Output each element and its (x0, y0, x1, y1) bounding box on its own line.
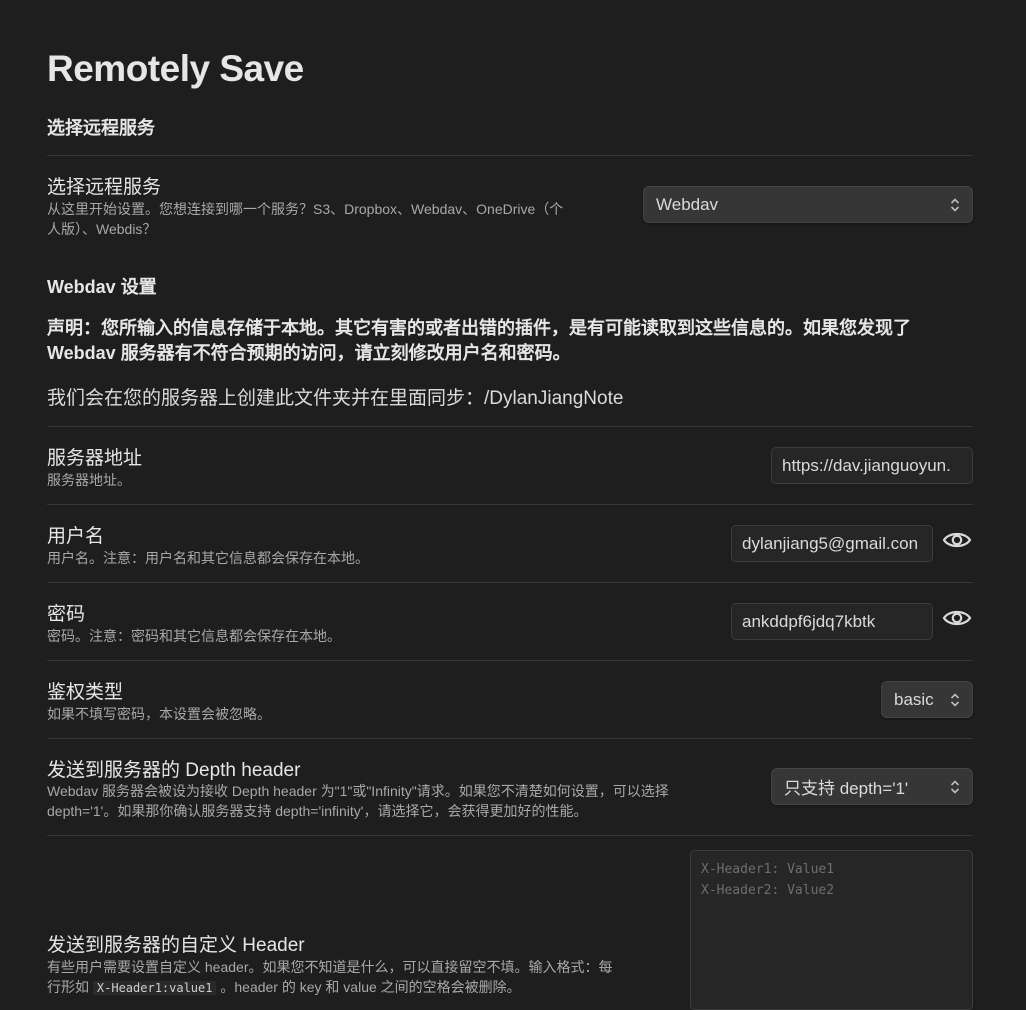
depth-select-value: 只支持 depth='1' (784, 779, 909, 798)
divider (47, 504, 973, 505)
service-setting-desc: 从这里开始设置。您想连接到哪一个服务？S3、Dropbox、Webdav、One… (47, 199, 563, 239)
auth-type-select[interactable]: basic (881, 681, 973, 718)
divider (47, 738, 973, 739)
password-setting-name: 密码 (47, 604, 86, 625)
username-setting-desc: 用户名。注意：用户名和其它信息都会保存在本地。 (47, 550, 369, 566)
service-select[interactable]: Webdav (643, 186, 973, 223)
custom-header-setting-name: 发送到服务器的自定义 Header (47, 935, 305, 956)
divider (47, 835, 973, 836)
depth-desc-line2: depth='1'。如果那你确认服务器支持 depth='infinity'，请… (47, 803, 588, 819)
folder-info: 我们会在您的服务器上创建此文件夹并在里面同步：/DylanJiangNote (47, 388, 624, 409)
depth-desc-line1: Webdav 服务器会被设为接收 Depth header 为"1"或"Infi… (47, 783, 669, 799)
server-address-input[interactable]: https://dav.jianguoyun. (771, 447, 973, 484)
security-notice: 声明：您所输入的信息存储于本地。其它有害的或者出错的插件，是有可能读取到这些信息… (47, 316, 967, 366)
server-setting-name: 服务器地址 (47, 448, 143, 469)
section-heading-webdav: Webdav 设置 (47, 277, 157, 297)
chevron-updown-icon (950, 197, 960, 212)
custom-header-desc-line1: 有些用户需要设置自定义 header。如果您不知道是什么，可以直接留空不填。输入… (47, 959, 613, 975)
chevron-updown-icon (950, 692, 960, 707)
divider (47, 155, 973, 156)
depth-setting-name: 发送到服务器的 Depth header (47, 760, 301, 781)
eye-icon[interactable] (942, 606, 972, 630)
username-setting-name: 用户名 (47, 526, 105, 547)
code-example: X-Header1:value1 (92, 981, 217, 995)
desc-text: 。header 的 key 和 value 之间的空格会被删除。 (220, 979, 521, 995)
divider (47, 660, 973, 661)
eye-icon[interactable] (942, 528, 972, 552)
service-desc-line1: 从这里开始设置。您想连接到哪一个服务？S3、Dropbox、Webdav、One… (47, 201, 564, 217)
notice-line1: 声明：您所输入的信息存储于本地。其它有害的或者出错的插件，是有可能读取到这些信息… (47, 318, 911, 338)
divider (47, 582, 973, 583)
section-heading-service: 选择远程服务 (47, 118, 155, 138)
auth-select-value: basic (894, 689, 934, 709)
desc-text: 行形如 (47, 979, 89, 995)
auth-setting-name: 鉴权类型 (47, 682, 124, 703)
server-setting-desc: 服务器地址。 (47, 472, 131, 488)
password-setting-desc: 密码。注意：密码和其它信息都会保存在本地。 (47, 628, 341, 644)
custom-header-desc-line2: 行形如 X-Header1:value1 。header 的 key 和 val… (47, 977, 667, 998)
page-title: Remotely Save (47, 48, 304, 89)
service-select-value: Webdav (656, 194, 719, 214)
service-desc-line2: 人版）、Webdis？ (47, 221, 157, 237)
password-input[interactable]: ankddpf6jdq7kbtk (731, 603, 933, 640)
chevron-updown-icon (950, 779, 960, 794)
auth-setting-desc: 如果不填写密码，本设置会被忽略。 (47, 706, 271, 722)
username-input[interactable]: dylanjiang5@gmail.con (731, 525, 933, 562)
notice-line2: Webdav 服务器有不符合预期的访问，请立刻修改用户名和密码。 (47, 343, 571, 363)
depth-select[interactable]: 只支持 depth='1' (771, 768, 973, 805)
custom-header-setting-desc: 有些用户需要设置自定义 header。如果您不知道是什么，可以直接留空不填。输入… (47, 957, 667, 998)
service-setting-name: 选择远程服务 (47, 177, 162, 198)
divider (47, 426, 973, 427)
custom-header-textarea[interactable]: X-Header1: Value1 X-Header2: Value2 (690, 850, 973, 1010)
depth-setting-desc: Webdav 服务器会被设为接收 Depth header 为"1"或"Infi… (47, 781, 669, 821)
